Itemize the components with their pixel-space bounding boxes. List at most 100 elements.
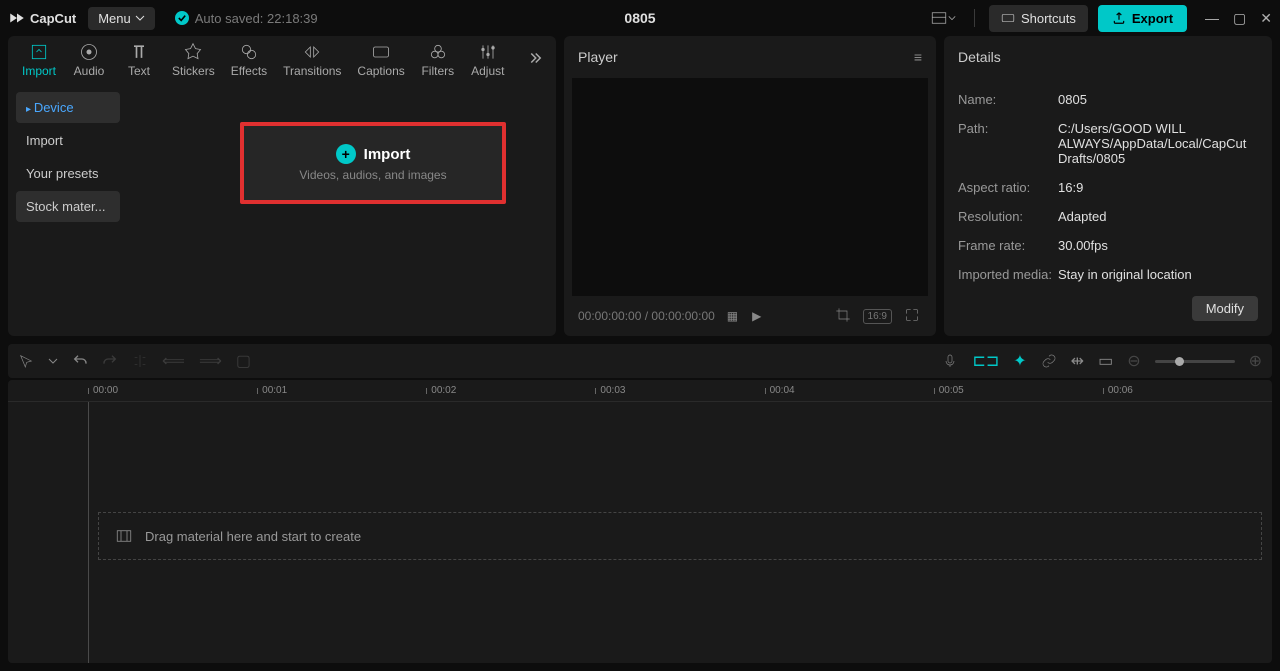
sidebar-item-stock[interactable]: Stock mater... xyxy=(16,191,120,222)
sticker-icon xyxy=(183,42,203,62)
timeline-tracks[interactable]: Drag material here and start to create xyxy=(8,402,1272,663)
time-mark: 00:05 xyxy=(934,380,1103,401)
shortcuts-label: Shortcuts xyxy=(1021,11,1076,26)
delete-left-button[interactable]: ⟸ xyxy=(162,351,185,371)
minimize-button[interactable]: — xyxy=(1205,10,1219,27)
tab-stickers[interactable]: Stickers xyxy=(164,38,223,82)
mic-button[interactable] xyxy=(942,353,958,369)
menu-button[interactable]: Menu xyxy=(88,7,155,30)
magnet-button[interactable]: ⊏⊐ xyxy=(972,351,999,371)
zoom-in-button[interactable]: ⊕ xyxy=(1249,351,1262,371)
undo-button[interactable] xyxy=(72,353,88,369)
time-ruler[interactable]: 00:00 00:01 00:02 00:03 00:04 00:05 00:0… xyxy=(8,380,1272,402)
detail-framerate: Frame rate:30.00fps xyxy=(958,238,1258,253)
detail-label: Aspect ratio: xyxy=(958,180,1058,195)
player-viewport[interactable] xyxy=(572,78,928,296)
detail-label: Frame rate: xyxy=(958,238,1058,253)
link-auto-button[interactable]: ✦ xyxy=(1013,351,1026,371)
capcut-icon xyxy=(8,9,26,27)
sidebar-item-import[interactable]: Import xyxy=(16,125,120,156)
sidebar-item-device[interactable]: Device xyxy=(16,92,120,123)
player-panel: Player ≡ 00:00:00:00 / 00:00:00:00 ▦ ▶ 1… xyxy=(564,36,936,336)
tab-effects[interactable]: Effects xyxy=(223,38,275,82)
media-panel: Import Audio Text Stickers Effects Trans… xyxy=(8,36,556,336)
tab-transitions[interactable]: Transitions xyxy=(275,38,349,82)
detail-path: Path:C:/Users/GOOD WILL ALWAYS/AppData/L… xyxy=(958,121,1258,166)
chevron-down-icon xyxy=(48,356,58,366)
crop-tool[interactable]: ▢ xyxy=(236,351,251,371)
zoom-out-button[interactable]: ⊖ xyxy=(1127,351,1140,371)
captions-icon xyxy=(371,42,391,62)
fullscreen-icon xyxy=(904,307,920,323)
window-controls: — ▢ ✕ xyxy=(1205,10,1272,27)
playhead[interactable] xyxy=(88,402,89,663)
export-icon xyxy=(1112,11,1126,25)
drop-hint-text: Drag material here and start to create xyxy=(145,529,361,544)
delete-right-button[interactable]: ⟹ xyxy=(199,351,222,371)
export-label: Export xyxy=(1132,11,1173,26)
sidebar-item-presets[interactable]: Your presets xyxy=(16,158,120,189)
close-button[interactable]: ✕ xyxy=(1260,10,1272,27)
tab-text[interactable]: Text xyxy=(114,38,164,82)
project-title: 0805 xyxy=(624,10,655,26)
mic-icon xyxy=(942,353,958,369)
titlebar-right: Shortcuts Export — ▢ ✕ xyxy=(926,5,1272,32)
check-icon xyxy=(175,11,189,25)
layout-button[interactable] xyxy=(926,5,960,31)
detail-value: 30.00fps xyxy=(1058,238,1108,253)
pointer-tool[interactable] xyxy=(18,353,34,369)
chevron-down-icon xyxy=(948,14,956,22)
import-icon xyxy=(29,42,49,62)
tab-adjust[interactable]: Adjust xyxy=(463,38,513,82)
player-menu-button[interactable]: ≡ xyxy=(914,49,922,65)
crop-button[interactable] xyxy=(833,305,853,328)
tab-captions[interactable]: Captions xyxy=(349,38,412,82)
export-button[interactable]: Export xyxy=(1098,5,1187,32)
tab-label: Transitions xyxy=(283,64,341,78)
timeline-dropzone[interactable]: Drag material here and start to create xyxy=(98,512,1262,560)
tab-label: Filters xyxy=(421,64,454,78)
tab-filters[interactable]: Filters xyxy=(413,38,463,82)
import-row: + Import xyxy=(336,144,411,164)
app-name: CapCut xyxy=(30,11,76,26)
zoom-slider[interactable] xyxy=(1155,360,1235,363)
tab-label: Adjust xyxy=(471,64,504,78)
detail-value: Adapted xyxy=(1058,209,1106,224)
import-area: + Import Videos, audios, and images xyxy=(128,84,556,336)
detail-label: Imported media: xyxy=(958,267,1058,282)
menu-label: Menu xyxy=(98,11,131,26)
tabs-more-button[interactable] xyxy=(520,49,550,72)
import-dropzone[interactable]: + Import Videos, audios, and images xyxy=(240,122,506,204)
detail-value: C:/Users/GOOD WILL ALWAYS/AppData/Local/… xyxy=(1058,121,1258,166)
pointer-dropdown[interactable] xyxy=(48,356,58,366)
ratio-badge[interactable]: 16:9 xyxy=(863,309,892,324)
transitions-icon xyxy=(302,42,322,62)
redo-button[interactable] xyxy=(102,353,118,369)
plus-icon: + xyxy=(336,144,356,164)
main-area: Import Audio Text Stickers Effects Trans… xyxy=(0,36,1280,336)
modify-button[interactable]: Modify xyxy=(1192,296,1258,321)
play-button[interactable]: ▶ xyxy=(750,307,763,325)
preview-button[interactable]: ▭ xyxy=(1098,351,1113,371)
detail-resolution: Resolution:Adapted xyxy=(958,209,1258,224)
link-button[interactable] xyxy=(1041,353,1057,369)
tab-label: Text xyxy=(128,64,150,78)
detail-value: Stay in original location xyxy=(1058,267,1192,282)
tab-audio[interactable]: Audio xyxy=(64,38,114,82)
player-grid-icon[interactable]: ▦ xyxy=(725,307,740,325)
separator xyxy=(974,9,975,27)
maximize-button[interactable]: ▢ xyxy=(1233,10,1246,27)
tab-import[interactable]: Import xyxy=(14,38,64,82)
player-controls: 00:00:00:00 / 00:00:00:00 ▦ ▶ 16:9 xyxy=(564,296,936,336)
shortcuts-button[interactable]: Shortcuts xyxy=(989,5,1088,32)
fullscreen-button[interactable] xyxy=(902,305,922,328)
effects-icon xyxy=(239,42,259,62)
time-mark: 00:06 xyxy=(1103,380,1272,401)
detail-aspect: Aspect ratio:16:9 xyxy=(958,180,1258,195)
split-button[interactable] xyxy=(132,353,148,369)
align-button[interactable]: ⇹ xyxy=(1071,351,1084,371)
details-header: Details xyxy=(944,36,1272,78)
detail-label: Name: xyxy=(958,92,1058,107)
import-hint: Videos, audios, and images xyxy=(299,168,446,182)
chevron-down-icon xyxy=(135,13,145,23)
